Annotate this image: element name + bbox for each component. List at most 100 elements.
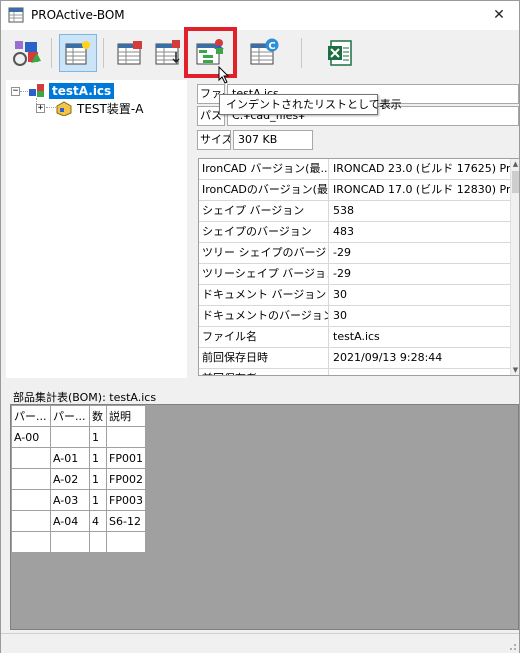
- bom-body: A-00 1 A-01 1 FP001 A-02 1 FP002 A-03 1 FP003 A-04 4…: [11, 426, 146, 553]
- toolbar-button-2[interactable]: [59, 34, 97, 72]
- bom-column-header[interactable]: パー...: [11, 405, 51, 427]
- property-key: ドキュメント バージョン: [199, 285, 329, 306]
- property-row[interactable]: IronCAD バージョン(最... IRONCAD 23.0 (ビルド 1762…: [199, 159, 511, 180]
- toolbar-separator: [51, 38, 52, 68]
- property-row[interactable]: IronCADのバージョン(最... IRONCAD 17.0 (ビルド 1283…: [199, 180, 511, 201]
- bom-cell[interactable]: [89, 531, 107, 553]
- property-key: ファイル名: [199, 327, 329, 348]
- vertical-scrollbar[interactable]: ▲ ▼: [510, 159, 519, 375]
- assembly-icon: [29, 84, 44, 97]
- bom-cell[interactable]: S6-12: [106, 510, 146, 532]
- window-title: PROActive-BOM: [31, 8, 125, 22]
- bom-cell[interactable]: A-00: [11, 426, 51, 448]
- property-key: シェイプのバージョン: [199, 222, 329, 243]
- bom-cell[interactable]: [11, 489, 51, 511]
- scroll-thumb[interactable]: [512, 171, 519, 193]
- property-key: 前回保存者: [199, 369, 329, 375]
- toolbar-separator: [301, 38, 302, 68]
- close-icon: ✕: [493, 7, 505, 23]
- tree-node-root-label[interactable]: testA.ics: [49, 83, 115, 99]
- size-field[interactable]: 307 KB: [233, 130, 313, 150]
- bom-row[interactable]: A-02 1 FP002: [11, 468, 146, 490]
- bom-cell[interactable]: FP003: [106, 489, 146, 511]
- bom-grid[interactable]: パー... パー... 数説明 A-00 1 A-01 1 FP001 A-02 1 FP002 A…: [10, 404, 519, 630]
- tree-node-root[interactable]: − testA.ics: [11, 82, 115, 100]
- expand-icon[interactable]: +: [36, 103, 45, 113]
- property-key: ツリー シェイプのバージョン: [199, 243, 329, 264]
- table-move-icon: [155, 40, 180, 65]
- bom-cell[interactable]: [50, 426, 90, 448]
- export-excel-button[interactable]: [321, 34, 359, 72]
- assembly-tree[interactable]: − testA.ics + TEST装置-A: [6, 80, 187, 378]
- app-window: PROActive-BOM ✕ C − testA.ics + TEST装置-A…: [0, 0, 520, 653]
- bom-cell[interactable]: [106, 531, 146, 553]
- excel-icon: [328, 40, 352, 66]
- property-row[interactable]: ドキュメントのバージョン 30: [199, 306, 511, 327]
- property-row[interactable]: シェイプのバージョン 483: [199, 222, 511, 243]
- property-value: [330, 369, 511, 375]
- bom-title: 部品集計表(BOM): testA.ics: [13, 391, 157, 404]
- property-value: -29: [333, 267, 351, 280]
- bom-row[interactable]: [11, 531, 146, 553]
- property-grid[interactable]: IronCAD バージョン(最... IRONCAD 23.0 (ビルド 1762…: [198, 158, 520, 376]
- tree-node-child[interactable]: + TEST装置-A: [36, 99, 143, 117]
- bom-cell[interactable]: [50, 531, 90, 553]
- bom-cell[interactable]: 1: [89, 468, 107, 490]
- bom-cell[interactable]: [106, 426, 146, 448]
- tree-node-child-label[interactable]: TEST装置-A: [77, 100, 143, 117]
- bom-cell[interactable]: 1: [89, 489, 107, 511]
- property-row[interactable]: ツリー シェイプのバージョン -29: [199, 243, 511, 264]
- toolbar-button-3[interactable]: [111, 34, 149, 72]
- bom-cell[interactable]: [11, 447, 51, 469]
- property-key: IronCADのバージョン(最...: [199, 180, 329, 201]
- bom-column-header[interactable]: パー...: [50, 405, 90, 427]
- bom-cell[interactable]: [11, 468, 51, 490]
- table-red-icon: [117, 41, 142, 65]
- bom-row[interactable]: A-04 4 S6-12: [11, 510, 146, 532]
- bom-cell[interactable]: [11, 531, 51, 553]
- toolbar-button-4[interactable]: [149, 34, 187, 72]
- table-copyright-icon: C: [250, 38, 279, 65]
- property-value: 538: [333, 204, 354, 217]
- bom-table[interactable]: パー... パー... 数説明 A-00 1 A-01 1 FP001 A-02 1 FP002 A…: [11, 405, 146, 553]
- property-row[interactable]: ツリーシェイプ バージョン -29: [199, 264, 511, 285]
- bom-row[interactable]: A-01 1 FP001: [11, 447, 146, 469]
- collapse-icon[interactable]: −: [11, 86, 20, 96]
- property-value: 30: [333, 309, 347, 322]
- toolbar-button-6[interactable]: C: [245, 34, 283, 72]
- property-row[interactable]: ファイル名 testA.ics: [199, 327, 511, 348]
- property-row[interactable]: ドキュメント バージョン 30: [199, 285, 511, 306]
- bom-cell[interactable]: A-02: [50, 468, 90, 490]
- close-button[interactable]: ✕: [479, 1, 519, 30]
- bom-column-header[interactable]: 説明: [106, 405, 146, 427]
- bom-cell[interactable]: 1: [89, 447, 107, 469]
- bom-cell[interactable]: 4: [89, 510, 107, 532]
- bom-header-row: パー... パー... 数説明: [11, 405, 146, 427]
- title-bar[interactable]: PROActive-BOM ✕: [1, 1, 519, 30]
- toolbar-separator: [103, 38, 104, 68]
- status-bar: [1, 633, 519, 653]
- bom-cell[interactable]: FP002: [106, 468, 146, 490]
- bom-cell[interactable]: [11, 510, 51, 532]
- bom-cell[interactable]: A-04: [50, 510, 90, 532]
- toolbar-button-1[interactable]: [8, 34, 46, 72]
- bom-row[interactable]: A-00 1: [11, 426, 146, 448]
- property-key: ツリーシェイプ バージョン: [199, 264, 329, 285]
- property-key: ドキュメントのバージョン: [199, 306, 329, 327]
- property-row[interactable]: 前回保存者: [199, 369, 511, 375]
- property-value: -29: [333, 246, 351, 259]
- bom-cell[interactable]: FP001: [106, 447, 146, 469]
- bom-row[interactable]: A-03 1 FP003: [11, 489, 146, 511]
- property-row[interactable]: 前回保存日時 2021/09/13 9:28:44: [199, 348, 511, 369]
- property-row[interactable]: シェイプ バージョン 538: [199, 201, 511, 222]
- bom-cell[interactable]: A-01: [50, 447, 90, 469]
- scroll-up-icon[interactable]: ▲: [511, 159, 519, 169]
- bom-cell[interactable]: A-03: [50, 489, 90, 511]
- property-key: シェイプ バージョン: [199, 201, 329, 222]
- bom-column-header[interactable]: 数: [89, 405, 107, 427]
- scroll-down-icon[interactable]: ▼: [511, 365, 519, 375]
- svg-text:C: C: [268, 41, 275, 52]
- bom-cell[interactable]: 1: [89, 426, 107, 448]
- idea-table-icon: [65, 41, 90, 65]
- resize-grip-icon[interactable]: [507, 641, 517, 651]
